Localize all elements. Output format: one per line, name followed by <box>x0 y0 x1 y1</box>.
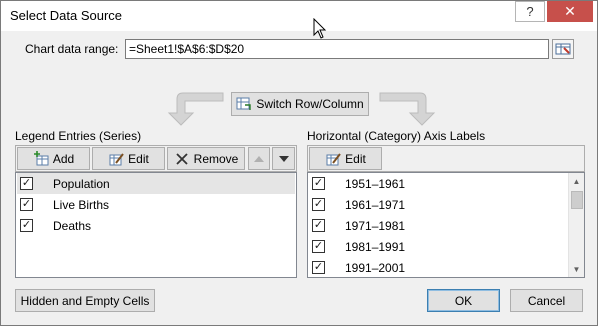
axis-list-scrollbar[interactable]: ▲ ▼ <box>568 173 584 277</box>
legend-entries-heading: Legend Entries (Series) <box>15 129 142 143</box>
cancel-button[interactable]: Cancel <box>510 289 583 312</box>
series-checkbox-deaths[interactable]: ✓ <box>20 219 33 232</box>
range-picker-button[interactable] <box>552 39 574 59</box>
chart-data-range-label: Chart data range: <box>25 42 119 56</box>
triangle-down-icon <box>278 155 289 162</box>
title-bar: Select Data Source ? ✕ <box>1 1 597 31</box>
add-icon <box>33 150 49 165</box>
dialog-title: Select Data Source <box>10 8 123 23</box>
switch-row-column-label: Switch Row/Column <box>256 97 364 111</box>
legend-toolbar: Add Edit Remove <box>15 145 297 172</box>
axis-label: 1981–1991 <box>345 239 406 254</box>
edit-label: Edit <box>128 151 149 166</box>
series-label: Deaths <box>53 218 92 233</box>
axis-row[interactable]: ✓ 1961–1971 <box>309 194 569 215</box>
curved-arrow-right-icon <box>379 92 436 126</box>
switch-row-column-button[interactable]: Switch Row/Column <box>231 92 369 116</box>
axis-row[interactable]: ✓ 1971–1981 <box>309 215 569 236</box>
edit-icon <box>326 152 341 165</box>
axis-row[interactable]: ✓ 1981–1991 <box>309 236 569 257</box>
axis-checkbox[interactable]: ✓ <box>312 198 325 211</box>
remove-series-button[interactable]: Remove <box>167 147 245 170</box>
series-label: Population <box>53 176 110 191</box>
scroll-down-arrow-icon[interactable]: ▼ <box>569 261 584 277</box>
axis-labels-heading: Horizontal (Category) Axis Labels <box>307 129 486 143</box>
axis-label: 1971–1981 <box>345 218 406 233</box>
edit-label: Edit <box>345 151 366 166</box>
axis-label: 1951–1961 <box>345 176 406 191</box>
edit-icon <box>109 152 124 165</box>
close-button[interactable]: ✕ <box>547 1 593 22</box>
hidden-and-empty-cells-button[interactable]: Hidden and Empty Cells <box>15 289 155 312</box>
remove-x-icon <box>176 152 188 165</box>
axis-checkbox[interactable]: ✓ <box>312 177 325 190</box>
curved-arrow-left-icon <box>167 92 224 126</box>
series-checkbox-live-births[interactable]: ✓ <box>20 198 33 211</box>
remove-label: Remove <box>193 151 239 166</box>
axis-row[interactable]: ✓ 1991–2001 <box>309 257 569 278</box>
series-checkbox-population[interactable]: ✓ <box>20 177 33 190</box>
axis-labels-list: ✓ 1951–1961 ✓ 1961–1971 ✓ 1971–1981 ✓ 19… <box>307 172 585 278</box>
series-row-deaths[interactable]: ✓ Deaths <box>17 215 295 236</box>
add-label: Add <box>52 151 75 166</box>
axis-checkbox[interactable]: ✓ <box>312 219 325 232</box>
ok-button[interactable]: OK <box>427 289 500 312</box>
collapse-dialog-icon <box>555 43 571 55</box>
series-label: Live Births <box>53 197 110 212</box>
axis-label: 1991–2001 <box>345 260 406 275</box>
axis-label: 1961–1971 <box>345 197 406 212</box>
axis-checkbox[interactable]: ✓ <box>312 261 325 274</box>
help-button[interactable]: ? <box>515 1 545 22</box>
chart-data-range-input[interactable]: =Sheet1!$A$6:$D$20 <box>125 39 549 59</box>
mouse-cursor-icon <box>313 18 327 39</box>
axis-row[interactable]: ✓ 1951–1961 <box>309 173 569 194</box>
switch-icon <box>236 97 252 110</box>
add-series-button[interactable]: Add <box>17 147 90 170</box>
move-down-button[interactable] <box>272 147 295 170</box>
series-row-population[interactable]: ✓ Population <box>17 173 295 194</box>
legend-entries-list: ✓ Population ✓ Live Births ✓ Deaths <box>15 172 297 278</box>
series-row-live-births[interactable]: ✓ Live Births <box>17 194 295 215</box>
scroll-thumb[interactable] <box>571 191 583 209</box>
scroll-up-arrow-icon[interactable]: ▲ <box>569 173 584 189</box>
edit-axis-labels-button[interactable]: Edit <box>309 147 382 170</box>
axis-checkbox[interactable]: ✓ <box>312 240 325 253</box>
move-up-button[interactable] <box>248 147 270 170</box>
axis-toolbar: Edit <box>307 145 585 172</box>
triangle-up-icon <box>254 155 264 162</box>
edit-series-button[interactable]: Edit <box>92 147 165 170</box>
select-data-source-dialog: Select Data Source ? ✕ Chart data range:… <box>0 0 598 326</box>
